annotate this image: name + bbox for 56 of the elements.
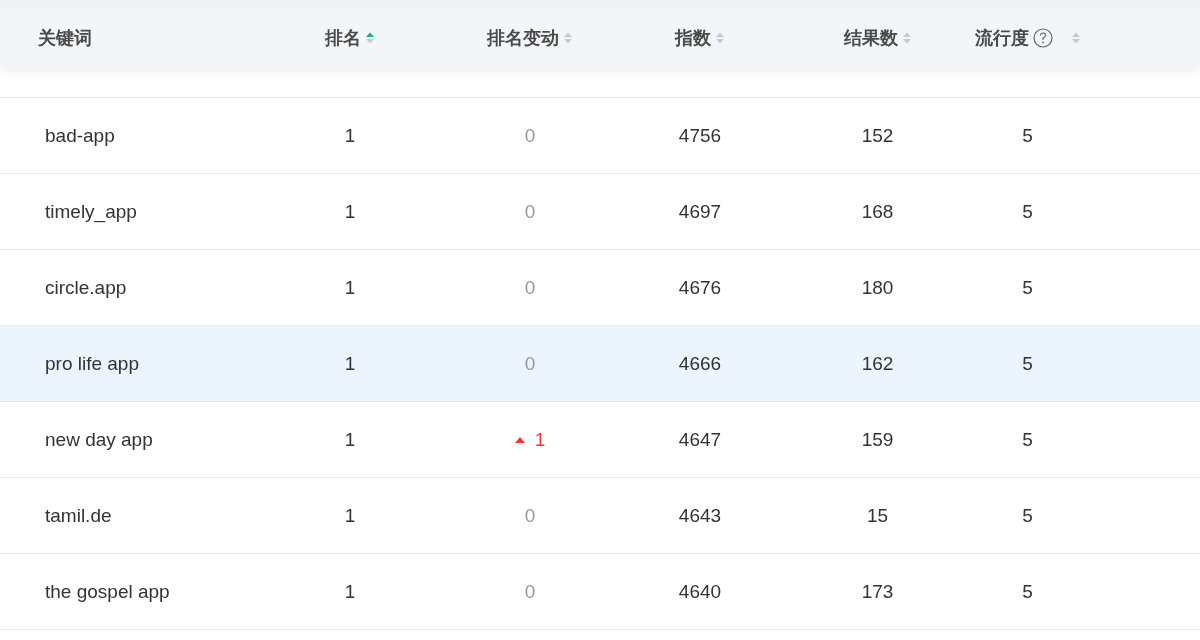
rank-cell: 1: [344, 352, 356, 375]
rank-cell: 1: [344, 428, 356, 451]
column-header[interactable]: 结果数: [843, 26, 898, 50]
keyword-cell-text: circle.app: [44, 276, 127, 299]
index-cell: 4647: [678, 428, 722, 451]
rank-cell: 1: [344, 200, 356, 223]
rank-change-cell: 1: [514, 428, 546, 451]
index-cell: 4756: [678, 124, 722, 147]
results-cell: 15: [866, 504, 889, 527]
rank-cell: 1: [344, 580, 356, 603]
rank-change-cell: 0: [524, 276, 536, 299]
results-cell: 173: [861, 580, 894, 603]
rank-change-cell: 0: [524, 124, 536, 147]
popularity-cell: 5: [1022, 352, 1033, 375]
results-cell: 152: [861, 124, 894, 147]
up-arrow-icon: [514, 436, 525, 443]
index-cell: 4676: [678, 276, 722, 299]
results-cell: 180: [861, 276, 894, 299]
popularity-cell: 5: [1022, 580, 1033, 603]
index-cell: 4640: [678, 580, 722, 603]
results-cell: 168: [861, 200, 894, 223]
sort-icon[interactable]: [715, 30, 725, 46]
column-header[interactable]: 排名变动: [487, 26, 559, 50]
popularity-cell: 5: [1022, 200, 1033, 223]
index-cell: 4697: [678, 200, 722, 223]
column-header[interactable]: 流行度: [974, 26, 1029, 50]
keyword-cell-text: the gospel app: [44, 580, 170, 603]
rank-cell: 1: [344, 504, 356, 527]
index-cell: 4643: [678, 504, 722, 527]
keyword-cell-text: new day app: [44, 428, 153, 451]
rank-change-cell: 0: [524, 504, 536, 527]
keyword-cell-text: bad-app: [44, 124, 115, 147]
rank-change-cell: 0: [524, 352, 536, 375]
column-header: 关键词: [38, 27, 92, 50]
table-row[interactable]: pro life app 1 0 4666 162 5: [0, 326, 1200, 402]
rank-cell: 1: [344, 124, 356, 147]
keyword-cell-text: pro life app: [44, 352, 139, 375]
column-header[interactable]: 排名: [325, 26, 361, 50]
index-cell: 4666: [678, 352, 722, 375]
popularity-cell: 5: [1022, 504, 1033, 527]
sort-icon[interactable]: [901, 30, 912, 46]
sort-icon[interactable]: [1070, 30, 1081, 46]
results-cell: 159: [861, 428, 894, 451]
popularity-cell: 5: [1022, 276, 1033, 299]
results-cell: 162: [861, 352, 894, 375]
column-header[interactable]: 指数: [675, 26, 711, 50]
help-icon[interactable]: [1032, 28, 1053, 48]
sort-icon[interactable]: [365, 30, 375, 46]
rank-change-cell: 0: [524, 580, 536, 603]
keyword-cell-text: tamil.de: [44, 504, 112, 527]
keyword-cell-text: timely_app: [44, 200, 137, 223]
rank-cell: 1: [344, 276, 356, 299]
sort-icon[interactable]: [563, 30, 573, 46]
popularity-cell: 5: [1022, 428, 1033, 451]
popularity-cell: 5: [1022, 124, 1033, 147]
rank-change-cell: 0: [524, 200, 536, 223]
